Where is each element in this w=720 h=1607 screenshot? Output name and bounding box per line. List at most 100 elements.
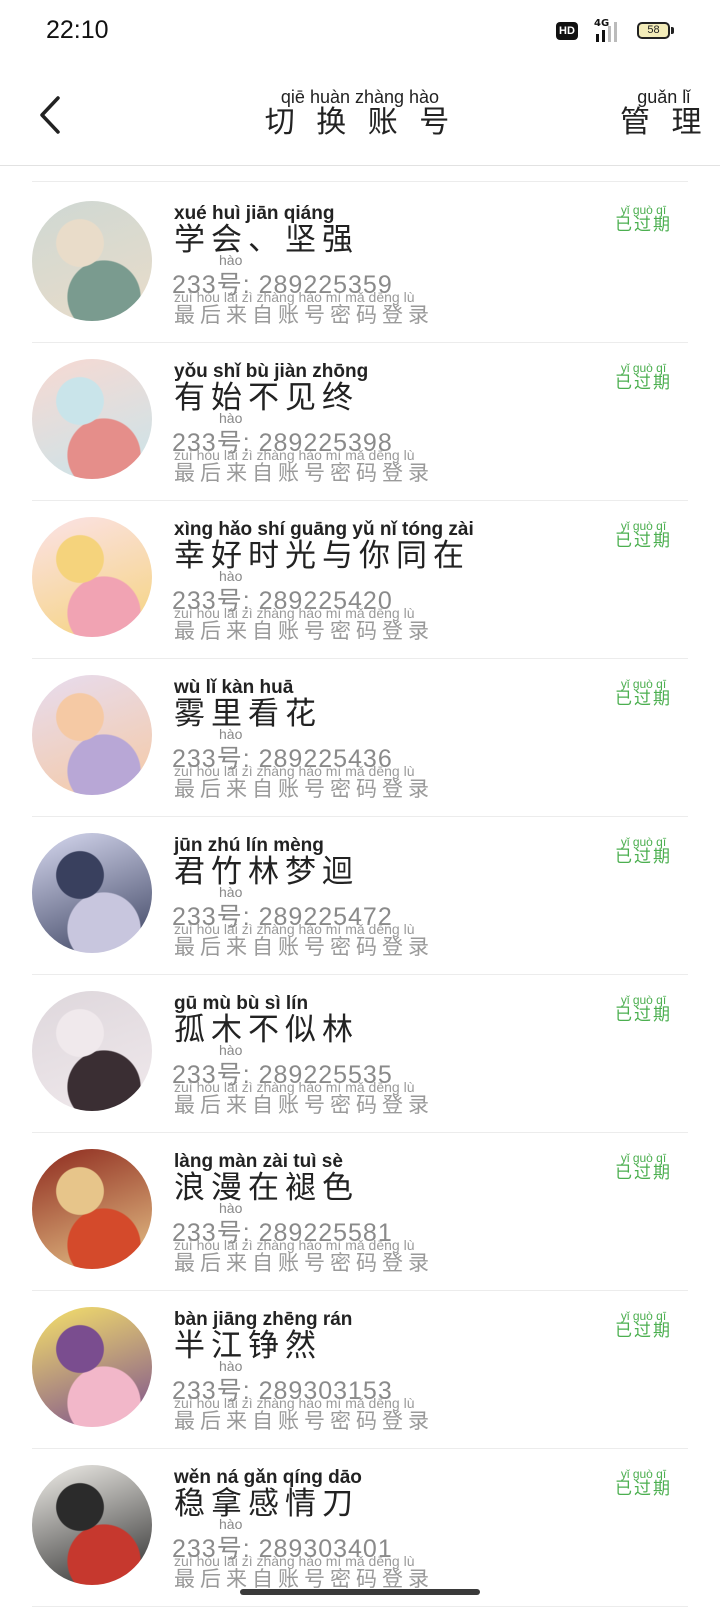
account-name: xìng hǎo shí guāng yǔ nǐ tóng zài 幸好时光与你… <box>174 520 474 573</box>
login-text: 最后来自账号密码登录 <box>174 935 434 959</box>
name-pinyin: yǒu shǐ bù jiàn zhōng <box>174 361 369 382</box>
account-name: bàn jiāng zhēng rán 半江铮然 <box>174 1310 352 1363</box>
hao-pinyin: hào <box>219 252 243 268</box>
name-text: 浪漫在褪色 <box>174 1170 359 1206</box>
name-text: 雾里看花 <box>174 696 322 732</box>
login-pinyin: zuì hòu lái zì zhàng hào mì mǎ dēng lù <box>174 921 415 937</box>
account-name: wěn ná gǎn qíng dāo 稳拿感情刀 <box>174 1468 362 1521</box>
avatar <box>32 359 152 479</box>
name-text: 学会、坚强 <box>174 222 359 258</box>
name-pinyin: làng màn zài tuì sè <box>174 1151 343 1172</box>
title-text: 切 换 账 号 <box>264 105 456 140</box>
last-login: zuì hòu lái zì zhàng hào mì mǎ dēng lù 最… <box>174 1554 434 1591</box>
expired-badge: yǐ guò qī 已过期 <box>615 362 672 393</box>
name-pinyin: xìng hǎo shí guāng yǔ nǐ tóng zài <box>174 519 474 540</box>
last-login: zuì hòu lái zì zhàng hào mì mǎ dēng lù 最… <box>174 290 434 327</box>
account-row[interactable]: wěn ná gǎn qíng dāo 稳拿感情刀 hào 233号: 2893… <box>32 1446 688 1607</box>
name-text: 半江铮然 <box>174 1328 322 1364</box>
hao-pinyin: hào <box>219 1516 243 1532</box>
hao-pinyin: hào <box>219 568 243 584</box>
account-name: wù lǐ kàn huā 雾里看花 <box>174 678 322 731</box>
expired-text: 已过期 <box>615 1479 672 1499</box>
expired-text: 已过期 <box>615 215 672 235</box>
login-text: 最后来自账号密码登录 <box>174 303 434 327</box>
login-pinyin: zuì hòu lái zì zhàng hào mì mǎ dēng lù <box>174 289 415 305</box>
avatar <box>32 991 152 1111</box>
account-name: gū mù bù sì lín 孤木不似林 <box>174 994 359 1047</box>
login-pinyin: zuì hòu lái zì zhàng hào mì mǎ dēng lù <box>174 447 415 463</box>
last-login: zuì hòu lái zì zhàng hào mì mǎ dēng lù 最… <box>174 606 434 643</box>
status-bar: 22:10 HD 4G 58 <box>0 0 720 64</box>
avatar <box>32 833 152 953</box>
back-arrow-icon <box>40 96 60 134</box>
account-row[interactable]: jūn zhú lín mèng 君竹林梦迴 hào 233号: 2892254… <box>32 814 688 975</box>
name-pinyin: xué huì jiān qiáng <box>174 203 335 224</box>
hd-badge: HD <box>556 22 578 40</box>
login-text: 最后来自账号密码登录 <box>174 1093 434 1117</box>
login-pinyin: zuì hòu lái zì zhàng hào mì mǎ dēng lù <box>174 1553 415 1569</box>
login-text: 最后来自账号密码登录 <box>174 1567 434 1591</box>
last-login: zuì hòu lái zì zhàng hào mì mǎ dēng lù 最… <box>174 1396 434 1433</box>
account-name: làng màn zài tuì sè 浪漫在褪色 <box>174 1152 359 1205</box>
hao-pinyin: hào <box>219 410 243 426</box>
name-text: 稳拿感情刀 <box>174 1486 359 1522</box>
home-indicator[interactable] <box>240 1589 480 1595</box>
account-row[interactable]: wù lǐ kàn huā 雾里看花 hào 233号: 289225436 z… <box>32 656 688 817</box>
name-pinyin: gū mù bù sì lín <box>174 993 309 1014</box>
account-name: yǒu shǐ bù jiàn zhōng 有始不见终 <box>174 362 368 415</box>
hao-pinyin: hào <box>219 1200 243 1216</box>
login-text: 最后来自账号密码登录 <box>174 777 434 801</box>
login-text: 最后来自账号密码登录 <box>174 1251 434 1275</box>
avatar <box>32 1307 152 1427</box>
manage-text: 管 理 <box>620 105 708 140</box>
avatar <box>32 675 152 795</box>
hao-pinyin: hào <box>219 884 243 900</box>
expired-badge: yǐ guò qī 已过期 <box>615 1468 672 1499</box>
expired-badge: yǐ guò qī 已过期 <box>615 836 672 867</box>
login-pinyin: zuì hòu lái zì zhàng hào mì mǎ dēng lù <box>174 1079 415 1095</box>
last-login: zuì hòu lái zì zhàng hào mì mǎ dēng lù 最… <box>174 764 434 801</box>
expired-badge: yǐ guò qī 已过期 <box>615 1310 672 1341</box>
account-row[interactable]: làng màn zài tuì sè 浪漫在褪色 hào 233号: 2892… <box>32 1130 688 1291</box>
expired-text: 已过期 <box>615 689 672 709</box>
account-row[interactable]: xìng hǎo shí guāng yǔ nǐ tóng zài 幸好时光与你… <box>32 498 688 659</box>
name-pinyin: wù lǐ kàn huā <box>174 677 294 698</box>
last-login: zuì hòu lái zì zhàng hào mì mǎ dēng lù 最… <box>174 448 434 485</box>
last-login: zuì hòu lái zì zhàng hào mì mǎ dēng lù 最… <box>174 922 434 959</box>
name-text: 君竹林梦迴 <box>174 854 359 890</box>
avatar <box>32 1149 152 1269</box>
account-row[interactable]: yǒu shǐ bù jiàn zhōng 有始不见终 hào 233号: 28… <box>32 340 688 501</box>
network-type: 4G <box>594 18 610 29</box>
account-row[interactable]: xué huì jiān qiáng 学会、坚强 hào 233号: 28922… <box>32 182 688 343</box>
account-name: xué huì jiān qiáng 学会、坚强 <box>174 204 359 257</box>
hao-pinyin: hào <box>219 1042 243 1058</box>
manage-button[interactable]: guǎn lǐ 管 理 <box>620 88 708 139</box>
expired-badge: yǐ guò qī 已过期 <box>615 204 672 235</box>
account-name: jūn zhú lín mèng 君竹林梦迴 <box>174 836 359 889</box>
name-text: 孤木不似林 <box>174 1012 359 1048</box>
title-pinyin: qiē huàn zhàng hào <box>280 87 440 107</box>
back-button[interactable] <box>34 92 70 138</box>
app-header: qiē huàn zhàng hào 切 换 账 号 guǎn lǐ 管 理 <box>0 64 720 166</box>
account-row[interactable]: gū mù bù sì lín 孤木不似林 hào 233号: 28922553… <box>32 972 688 1133</box>
expired-badge: yǐ guò qī 已过期 <box>615 994 672 1025</box>
login-pinyin: zuì hòu lái zì zhàng hào mì mǎ dēng lù <box>174 763 415 779</box>
name-pinyin: jūn zhú lín mèng <box>174 835 324 856</box>
name-pinyin: wěn ná gǎn qíng dāo <box>174 1467 362 1488</box>
signal-icon: 4G <box>586 18 626 44</box>
avatar <box>32 1465 152 1585</box>
battery-tip <box>671 27 674 34</box>
avatar <box>32 201 152 321</box>
expired-badge: yǐ guò qī 已过期 <box>615 1152 672 1183</box>
hao-pinyin: hào <box>219 726 243 742</box>
expired-text: 已过期 <box>615 1005 672 1025</box>
account-row[interactable]: bàn jiāng zhēng rán 半江铮然 hào 233号: 28930… <box>32 1288 688 1449</box>
page-title: qiē huàn zhàng hào 切 换 账 号 <box>180 88 540 139</box>
avatar <box>32 517 152 637</box>
last-login: zuì hòu lái zì zhàng hào mì mǎ dēng lù 最… <box>174 1080 434 1117</box>
login-pinyin: zuì hòu lái zì zhàng hào mì mǎ dēng lù <box>174 1395 415 1411</box>
expired-badge: yǐ guò qī 已过期 <box>615 520 672 551</box>
login-pinyin: zuì hòu lái zì zhàng hào mì mǎ dēng lù <box>174 1237 415 1253</box>
expired-text: 已过期 <box>615 847 672 867</box>
login-pinyin: zuì hòu lái zì zhàng hào mì mǎ dēng lù <box>174 605 415 621</box>
